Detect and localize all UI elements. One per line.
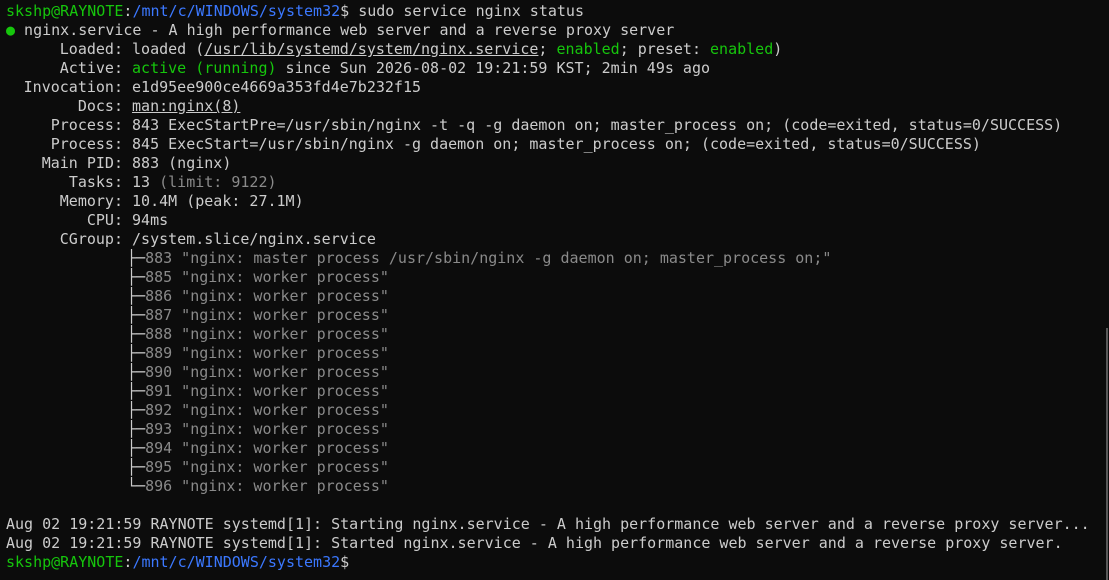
prompt-user-host: skshp@RAYNOTE — [6, 2, 124, 20]
tree-row: ├─883 "nginx: master process /usr/sbin/n… — [6, 249, 1109, 268]
tree-branch-icon: ├─ — [127, 306, 146, 324]
tree-row: ├─895 "nginx: worker process" — [6, 458, 1109, 477]
scrollbar[interactable] — [1106, 328, 1108, 580]
status-bullet-icon: ● — [6, 21, 16, 39]
tree-branch-icon: ├─ — [127, 363, 146, 381]
docs-label: Docs: — [77, 97, 123, 115]
loaded-line: Loaded: loaded (/usr/lib/systemd/system/… — [6, 40, 1109, 59]
process-label: Process: — [50, 135, 123, 153]
service-title-line: ● nginx.service - A high performance web… — [6, 21, 1109, 40]
tree-row: ├─894 "nginx: worker process" — [6, 439, 1109, 458]
prompt-dollar: $ — [340, 553, 350, 571]
tree-branch-icon: ├─ — [127, 344, 146, 362]
cgroup-process-tree: ├─883 "nginx: master process /usr/sbin/n… — [6, 249, 1109, 496]
loaded-sep-2: ; preset: — [619, 40, 711, 58]
tree-process-text: 887 "nginx: worker process" — [145, 306, 389, 324]
command-text: sudo service nginx status — [349, 2, 584, 20]
tree-process-text: 890 "nginx: worker process" — [145, 363, 389, 381]
tasks-line: Tasks: 13 (limit: 9122) — [6, 173, 1109, 192]
tree-process-text: 893 "nginx: worker process" — [145, 420, 389, 438]
memory-value: 10.4M (peak: 27.1M) — [123, 192, 304, 210]
command-line: skshp@RAYNOTE:/mnt/c/WINDOWS/system32$ s… — [6, 2, 1109, 21]
memory-label: Memory: — [59, 192, 123, 210]
active-since: since Sun 2026-08-02 19:21:59 KST; 2min … — [276, 59, 711, 77]
invocation-value: e1d95ee900ce4669a353fd4e7b232f15 — [123, 78, 422, 96]
tree-row: ├─889 "nginx: worker process" — [6, 344, 1109, 363]
prompt-path: /mnt/c/WINDOWS/system32 — [132, 2, 341, 20]
tree-branch-icon: ├─ — [127, 325, 146, 343]
process-label: Process: — [50, 116, 123, 134]
tree-row: ├─892 "nginx: worker process" — [6, 401, 1109, 420]
prompt-path: /mnt/c/WINDOWS/system32 — [132, 553, 341, 571]
tasks-value: 13 — [123, 173, 160, 191]
tree-branch-icon: ├─ — [127, 382, 146, 400]
tasks-label: Tasks: — [68, 173, 123, 191]
tree-branch-icon: ├─ — [127, 458, 146, 476]
process-value: 843 ExecStartPre=/usr/sbin/nginx -t -q -… — [123, 116, 1063, 134]
tree-process-text: 889 "nginx: worker process" — [145, 344, 389, 362]
process-line-2: Process: 845 ExecStart=/usr/sbin/nginx -… — [6, 135, 1109, 154]
tree-process-text: 894 "nginx: worker process" — [145, 439, 389, 457]
mainpid-value: 883 (nginx) — [123, 154, 232, 172]
tree-process-text: 892 "nginx: worker process" — [145, 401, 389, 419]
cpu-line: CPU: 94ms — [6, 211, 1109, 230]
tree-branch-icon: ├─ — [127, 420, 146, 438]
cgroup-value: /system.slice/nginx.service — [123, 230, 376, 248]
tree-row: ├─890 "nginx: worker process" — [6, 363, 1109, 382]
tree-process-text: 888 "nginx: worker process" — [145, 325, 389, 343]
loaded-label: Loaded: — [59, 40, 123, 58]
tree-process-text: 891 "nginx: worker process" — [145, 382, 389, 400]
tree-branch-icon: └─ — [127, 477, 146, 495]
tree-process-text: 883 "nginx: master process /usr/sbin/ngi… — [145, 249, 832, 267]
memory-line: Memory: 10.4M (peak: 27.1M) — [6, 192, 1109, 211]
cgroup-line: CGroup: /system.slice/nginx.service — [6, 230, 1109, 249]
tree-process-text: 886 "nginx: worker process" — [145, 287, 389, 305]
mainpid-label: Main PID: — [41, 154, 123, 172]
tree-row: ├─888 "nginx: worker process" — [6, 325, 1109, 344]
prompt-user-host: skshp@RAYNOTE — [6, 553, 124, 571]
mainpid-line: Main PID: 883 (nginx) — [6, 154, 1109, 173]
tree-row: ├─893 "nginx: worker process" — [6, 420, 1109, 439]
cgroup-label: CGroup: — [59, 230, 123, 248]
tree-branch-icon: ├─ — [127, 268, 146, 286]
active-label: Active: — [59, 59, 123, 77]
tree-branch-icon: ├─ — [127, 249, 146, 267]
tasks-limit: (limit: 9122) — [159, 173, 277, 191]
tree-branch-icon: ├─ — [127, 287, 146, 305]
loaded-prefix: loaded ( — [123, 40, 205, 58]
loaded-unit-path-link[interactable]: /usr/lib/systemd/system/nginx.service — [204, 40, 538, 58]
service-title: nginx.service - A high performance web s… — [15, 21, 675, 39]
active-line: Active: active (running) since Sun 2026-… — [6, 59, 1109, 78]
active-state: active (running) — [132, 59, 277, 77]
tree-row: ├─887 "nginx: worker process" — [6, 306, 1109, 325]
tree-row: └─896 "nginx: worker process" — [6, 477, 1109, 496]
tree-process-text: 885 "nginx: worker process" — [145, 268, 389, 286]
process-value: 845 ExecStart=/usr/sbin/nginx -g daemon … — [123, 135, 981, 153]
loaded-enabled: enabled — [556, 40, 620, 58]
tree-row: ├─891 "nginx: worker process" — [6, 382, 1109, 401]
loaded-sep-1: ; — [538, 40, 557, 58]
docs-line: Docs: man:nginx(8) — [6, 97, 1109, 116]
tree-branch-icon: ├─ — [127, 401, 146, 419]
tree-row: ├─885 "nginx: worker process" — [6, 268, 1109, 287]
process-line-1: Process: 843 ExecStartPre=/usr/sbin/ngin… — [6, 116, 1109, 135]
tree-process-text: 895 "nginx: worker process" — [145, 458, 389, 476]
terminal-window[interactable]: skshp@RAYNOTE:/mnt/c/WINDOWS/system32$ s… — [0, 0, 1109, 580]
prompt-line[interactable]: skshp@RAYNOTE:/mnt/c/WINDOWS/system32$ — [6, 553, 1109, 572]
invocation-line: Invocation: e1d95ee900ce4669a353fd4e7b23… — [6, 78, 1109, 97]
loaded-close: ) — [773, 40, 783, 58]
docs-link[interactable]: man:nginx(8) — [132, 97, 240, 115]
invocation-label: Invocation: — [23, 78, 123, 96]
loaded-preset: enabled — [710, 40, 774, 58]
log-line: Aug 02 19:21:59 RAYNOTE systemd[1]: Star… — [6, 534, 1063, 552]
log-line: Aug 02 19:21:59 RAYNOTE systemd[1]: Star… — [6, 515, 1090, 533]
tree-row: ├─886 "nginx: worker process" — [6, 287, 1109, 306]
cpu-label: CPU: — [86, 211, 123, 229]
tree-process-text: 896 "nginx: worker process" — [145, 477, 389, 495]
tree-branch-icon: ├─ — [127, 439, 146, 457]
cpu-value: 94ms — [123, 211, 169, 229]
prompt-dollar: $ — [340, 2, 350, 20]
